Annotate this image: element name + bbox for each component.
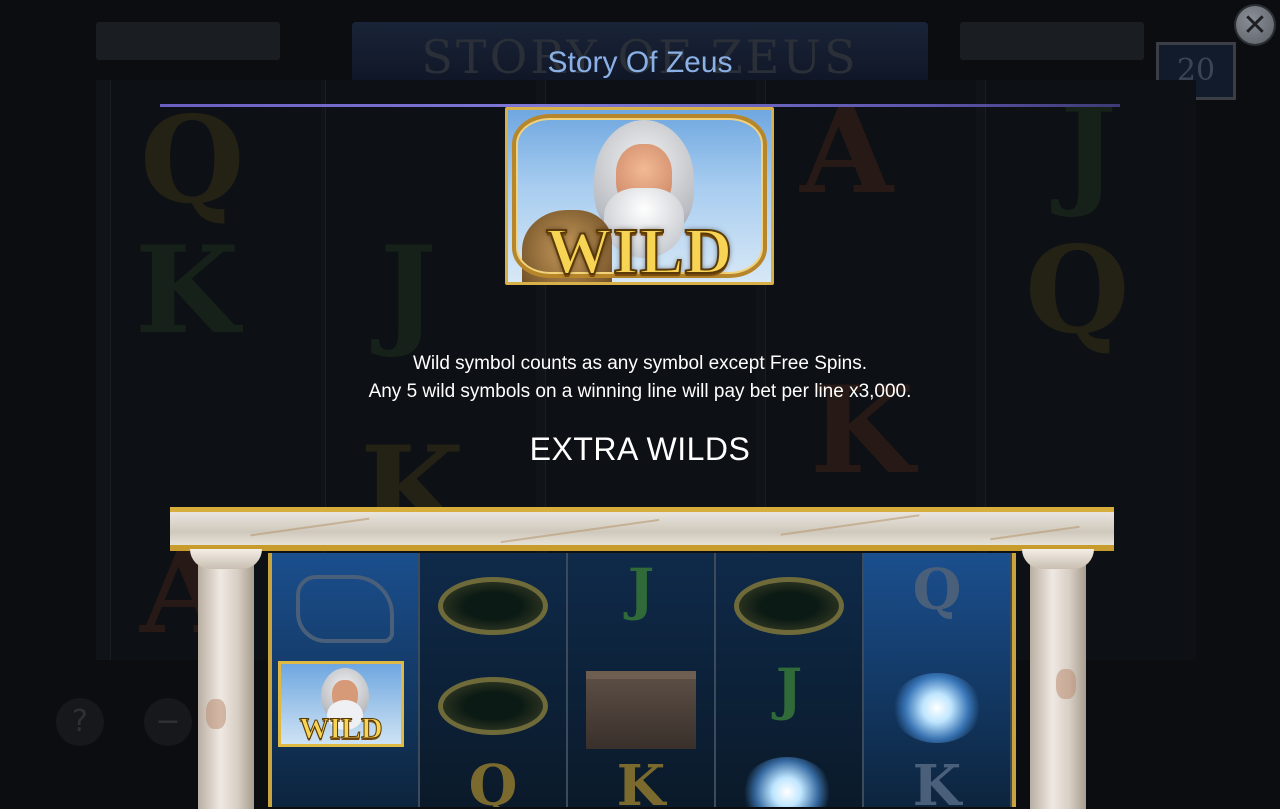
harp-symbol bbox=[296, 575, 394, 643]
wild-description-line-1: Wild symbol counts as any symbol except … bbox=[412, 353, 868, 374]
laurel-wreath-symbol bbox=[734, 577, 844, 635]
close-glyph: ✕ bbox=[1242, 7, 1268, 43]
example-reel-3: J K bbox=[568, 553, 716, 807]
extra-wilds-title: EXTRA WILDS bbox=[529, 431, 751, 467]
zeus-wild-symbol: WILD bbox=[505, 107, 774, 285]
j-symbol: J bbox=[775, 657, 803, 723]
pillar-capital bbox=[1022, 549, 1094, 569]
marble-vein bbox=[250, 517, 370, 537]
k-symbol: K bbox=[616, 753, 666, 807]
q-symbol: Q bbox=[468, 753, 518, 807]
marble-vein bbox=[990, 525, 1080, 541]
k-symbol: K bbox=[912, 753, 962, 807]
left-pillar bbox=[190, 549, 262, 809]
marble-vein bbox=[780, 514, 920, 536]
helmet-symbol bbox=[438, 577, 548, 635]
temple-symbol bbox=[586, 671, 696, 749]
marble-vein bbox=[500, 518, 660, 544]
right-pillar bbox=[1022, 549, 1094, 809]
marble-stain bbox=[1056, 669, 1076, 699]
example-reel-5: Q K bbox=[864, 553, 1012, 807]
example-reel-4: J bbox=[716, 553, 864, 807]
extra-wilds-illustration: Q J K J Q K WILD bbox=[168, 507, 1116, 809]
laurel-wreath-symbol bbox=[438, 677, 548, 735]
q-symbol: Q bbox=[912, 557, 962, 623]
mini-wild-label: WILD bbox=[299, 712, 383, 745]
example-reel-2: Q bbox=[420, 553, 568, 807]
paytable-overlay: ✕ Story Of Zeus WILD Wild symbol counts … bbox=[0, 0, 1280, 809]
marble-stain bbox=[206, 699, 226, 729]
lightning-bolt-icon bbox=[892, 673, 982, 743]
temple-entablature bbox=[170, 507, 1114, 551]
pillar-capital bbox=[190, 549, 262, 569]
extra-wild-symbol: WILD bbox=[278, 661, 404, 747]
j-symbol: J bbox=[627, 557, 655, 623]
wild-description-line-2: Any 5 wild symbols on a winning line wil… bbox=[368, 381, 912, 402]
wild-label: WILD bbox=[545, 214, 734, 285]
close-icon[interactable]: ✕ bbox=[1236, 6, 1274, 44]
page-title: Story Of Zeus bbox=[547, 46, 733, 79]
